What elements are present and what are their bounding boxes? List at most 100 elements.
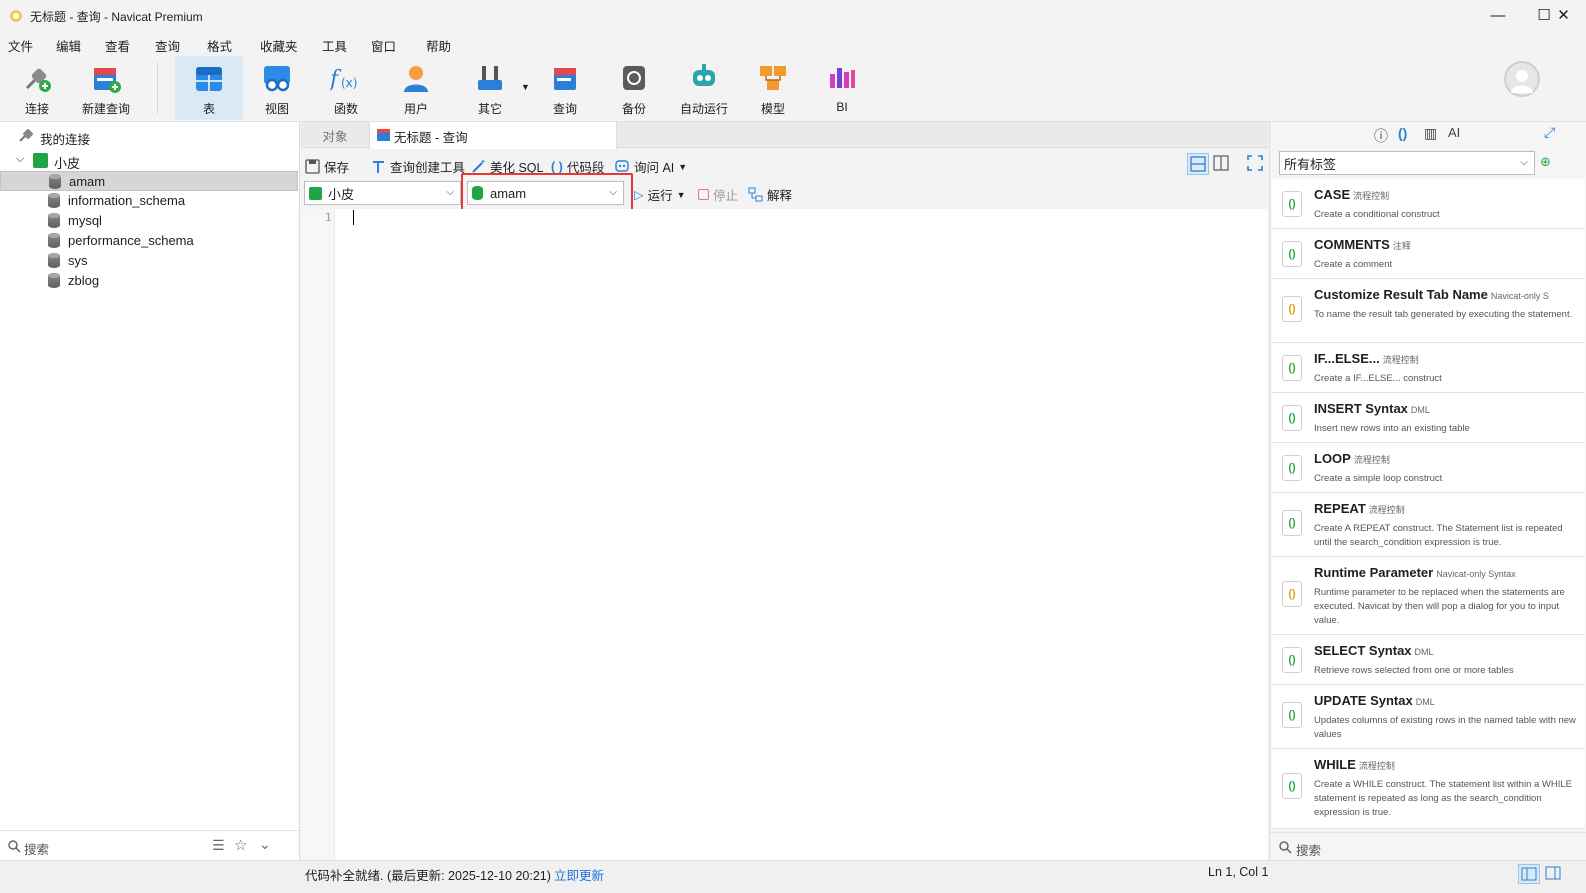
sidebar-search-input[interactable]: 搜索 <box>24 839 49 858</box>
snippet-icon: () <box>1282 773 1302 799</box>
table-button[interactable]: 表 <box>175 56 243 120</box>
snippet-item[interactable]: () Customize Result Tab Name Navicat-only… <box>1272 279 1585 343</box>
snippet-icon: () <box>1282 296 1302 322</box>
database-icon <box>48 253 60 268</box>
menu-bar: 文件 编辑 查看 查询 格式 收藏夹 工具 窗口 帮助 <box>0 30 1586 56</box>
other-dropdown-arrow-icon[interactable]: ▼ <box>521 82 530 92</box>
close-button[interactable]: ✕ <box>1541 0 1586 30</box>
menu-format[interactable]: 格式 <box>207 36 232 55</box>
play-icon: ▷ <box>634 188 644 202</box>
fullscreen-button[interactable] <box>1245 153 1267 175</box>
split-vertical-button[interactable] <box>1211 153 1233 175</box>
ai-label-icon[interactable]: AI <box>1448 125 1460 140</box>
menu-favorites[interactable]: 收藏夹 <box>260 36 298 55</box>
update-now-link[interactable]: 立即更新 <box>554 865 604 884</box>
query-builder-button[interactable]: 查询创建工具 <box>371 157 465 176</box>
tag-filter-select[interactable]: 所有标签 ⌵ <box>1279 151 1535 175</box>
tree-item-information-schema[interactable]: information_schema <box>0 191 298 211</box>
model-button[interactable]: 模型 <box>740 56 806 120</box>
connections-icon <box>18 129 34 143</box>
snippet-item[interactable]: () REPEAT 流程控制 Create A REPEAT construct.… <box>1272 493 1585 557</box>
menu-edit[interactable]: 编辑 <box>56 36 81 55</box>
snippet-item[interactable]: () LOOP 流程控制 Create a simple loop constru… <box>1272 443 1585 493</box>
snippet-braces-icon[interactable]: () <box>1398 125 1407 141</box>
connection-select[interactable]: 小皮 ⌵ <box>304 181 461 205</box>
chevron-down-icon: ⌵ <box>609 187 617 198</box>
chevron-down-icon: ⌵ <box>446 187 454 198</box>
function-button[interactable]: f (x) 函数 <box>313 56 379 120</box>
save-icon <box>305 159 320 174</box>
tab-query[interactable]: 无标题 - 查询 <box>369 122 617 149</box>
expand-panel-icon[interactable]: ⤢ <box>1544 124 1555 141</box>
navigation-pane: 我的连接 ⌵ 小皮 amam information_schema mysql … <box>0 122 300 860</box>
main-toolbar: 连接 新建查询 表 视图 f (x) 函数 用户 其它 ▼ 查询 备份 自动运行 … <box>0 56 1586 122</box>
bi-button[interactable]: BI <box>809 56 875 120</box>
save-button[interactable]: 保存 <box>305 157 349 176</box>
tree-item-zblog[interactable]: zblog <box>0 271 298 291</box>
database-select[interactable]: amam ⌵ <box>467 181 624 205</box>
query-button[interactable]: 查询 <box>532 56 598 120</box>
other-button[interactable]: 其它 <box>457 56 523 120</box>
menu-tools[interactable]: 工具 <box>322 36 347 55</box>
snippet-item[interactable]: () SELECT Syntax DML Retrieve rows select… <box>1272 635 1585 685</box>
menu-query[interactable]: 查询 <box>155 36 180 55</box>
automation-button[interactable]: 自动运行 <box>671 56 737 120</box>
stop-button[interactable]: 停止 <box>698 185 738 204</box>
tree-item-sys[interactable]: sys <box>0 251 298 271</box>
info-icon[interactable]: ⓘ <box>1374 126 1388 146</box>
tab-objects[interactable]: 对象 <box>301 122 369 148</box>
snippet-item[interactable]: () INSERT Syntax DML Insert new rows into… <box>1272 393 1585 443</box>
explain-button[interactable]: 解释 <box>748 185 792 204</box>
layout-horizontal-icon <box>1190 156 1206 172</box>
snippet-item[interactable]: () CASE 流程控制 Create a conditional constru… <box>1272 179 1585 229</box>
snippet-icon: () <box>1282 455 1302 481</box>
run-button[interactable]: ▷ 运行 ▼ <box>634 185 686 204</box>
database-green-icon <box>472 186 483 200</box>
right-panel-toggle[interactable] <box>1543 864 1565 884</box>
snippet-search-bar: 搜索 <box>1270 832 1586 860</box>
columns-icon[interactable]: ▥ <box>1424 125 1437 142</box>
line-number: 1 <box>325 211 332 224</box>
chevron-down-icon[interactable]: ⌵ <box>16 153 24 166</box>
tree-item-performance-schema[interactable]: performance_schema <box>0 231 298 251</box>
connection-xiaopi[interactable]: 小皮 <box>54 153 80 172</box>
connect-button[interactable]: 连接 <box>4 56 70 120</box>
snippet-item[interactable]: () UPDATE Syntax DML Updates columns of e… <box>1272 685 1585 749</box>
backup-button[interactable]: 备份 <box>601 56 667 120</box>
tree-item-mysql[interactable]: mysql <box>0 211 298 231</box>
snippet-item[interactable]: () Runtime Parameter Navicat-only Syntax … <box>1272 557 1585 635</box>
add-snippet-icon[interactable]: ⊕ <box>1540 154 1551 170</box>
my-connections-label[interactable]: 我的连接 <box>40 129 90 148</box>
stop-icon <box>698 189 709 200</box>
menu-file[interactable]: 文件 <box>8 36 33 55</box>
user-button[interactable]: 用户 <box>383 56 449 120</box>
connection-icon <box>309 186 322 200</box>
minimize-button[interactable]: — <box>1475 0 1521 30</box>
sql-editor[interactable]: 1 <box>301 209 1268 860</box>
menu-view[interactable]: 查看 <box>105 36 130 55</box>
expand-icon <box>1247 155 1263 171</box>
new-query-icon <box>90 62 122 94</box>
layout-vertical-icon <box>1213 155 1229 171</box>
plug-icon <box>21 62 53 94</box>
snippet-icon: () <box>1282 581 1302 607</box>
view-button[interactable]: 视图 <box>244 56 310 120</box>
tree-item-amam[interactable]: amam <box>0 171 298 191</box>
text-cursor <box>353 210 354 225</box>
snippet-search-input[interactable]: 搜索 <box>1296 840 1321 859</box>
menu-window[interactable]: 窗口 <box>371 36 396 55</box>
filter-icon[interactable]: ☰ <box>212 837 225 854</box>
split-horizontal-button[interactable] <box>1187 153 1209 175</box>
chevron-down-icon: ⌵ <box>1520 157 1528 168</box>
database-name: amam <box>69 174 106 189</box>
query-context-toolbar: 小皮 ⌵ amam ⌵ ▷ 运行 ▼ 停止 解释 <box>301 173 1268 215</box>
menu-help[interactable]: 帮助 <box>426 36 451 55</box>
left-panel-toggle[interactable] <box>1518 864 1540 884</box>
snippet-item[interactable]: () WHILE 流程控制 Create a WHILE construct. T… <box>1272 749 1585 829</box>
new-query-button[interactable]: 新建查询 <box>73 56 139 120</box>
snippet-item[interactable]: () COMMENTS 注释 Create a comment <box>1272 229 1585 279</box>
snippet-item[interactable]: () IF...ELSE... 流程控制 Create a IF...ELSE..… <box>1272 343 1585 393</box>
collapse-icon[interactable]: ⌄ <box>259 836 271 853</box>
star-icon[interactable]: ☆ <box>234 836 247 854</box>
avatar[interactable] <box>1504 61 1540 97</box>
